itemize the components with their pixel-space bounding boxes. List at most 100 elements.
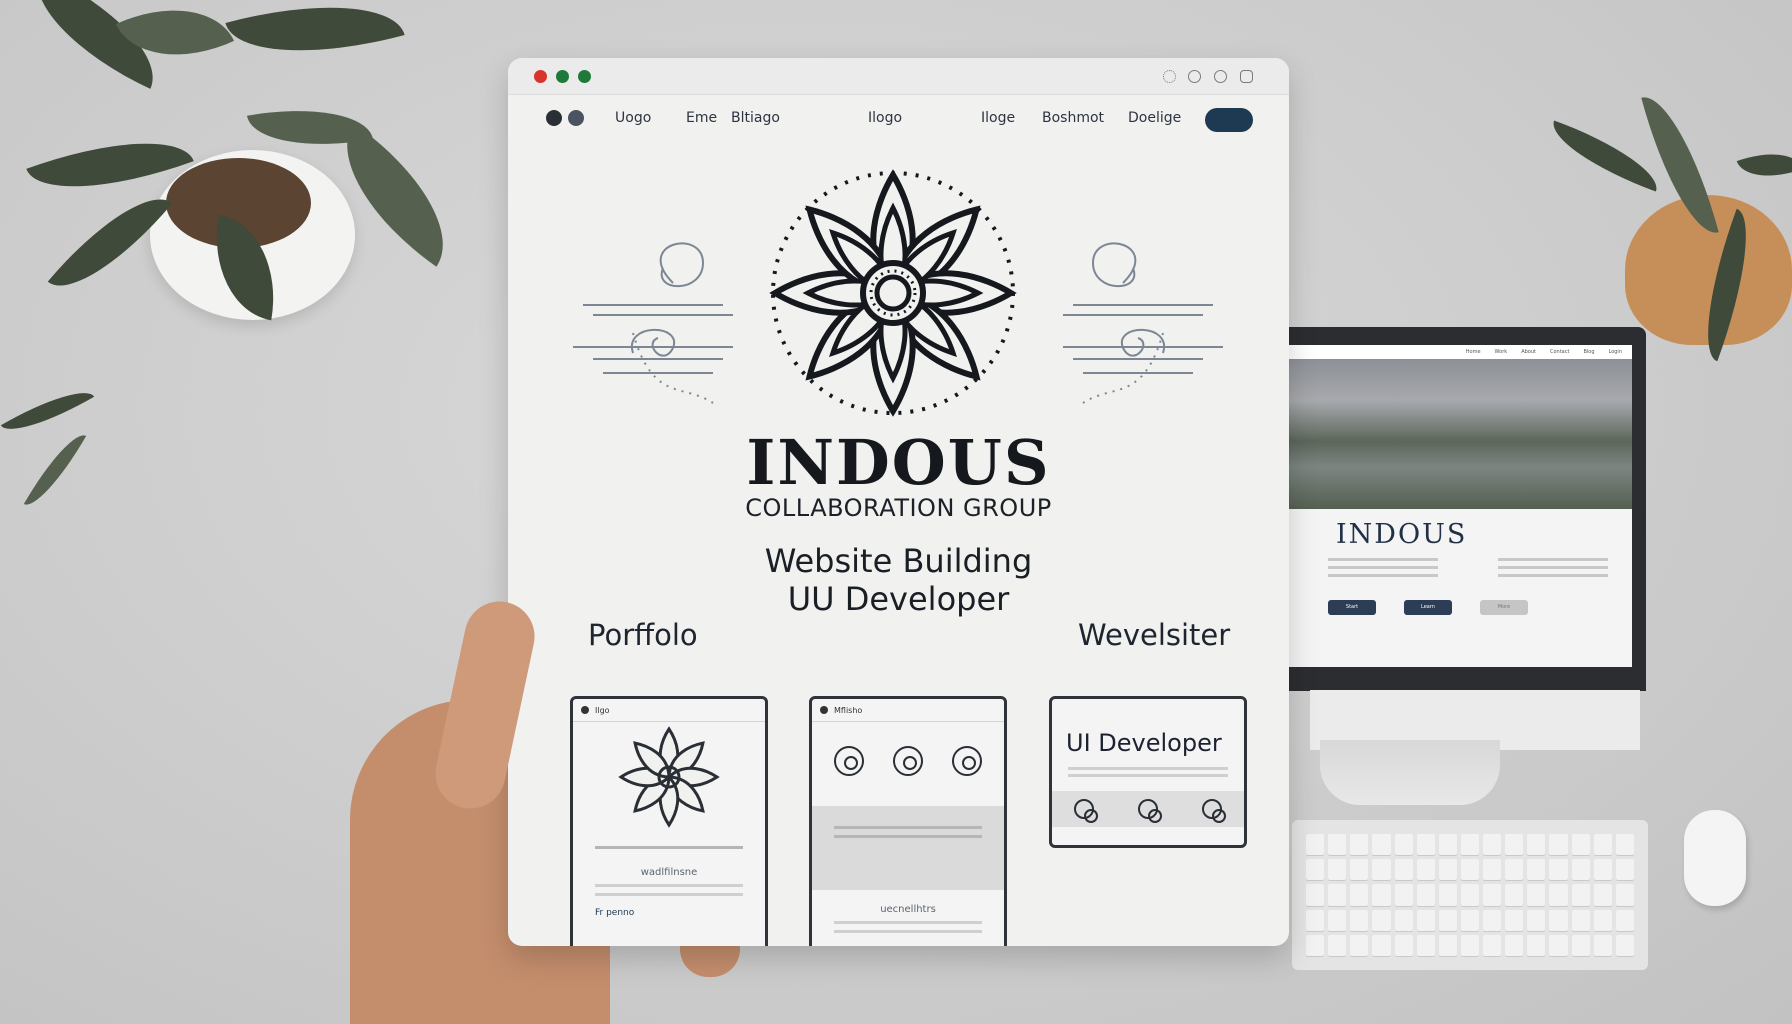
keyboard-key	[1549, 834, 1568, 856]
keyboard-key	[1483, 884, 1502, 906]
thumbnail-heading: UI Developer	[1066, 729, 1222, 757]
developer-thumbnail[interactable]: UI Developer	[1049, 696, 1247, 848]
thumbnail-icon-row	[1052, 791, 1244, 827]
keyboard-key	[1571, 834, 1590, 856]
nav-link[interactable]: Boshmot	[1042, 110, 1104, 126]
brand-subtitle: COLLABORATION GROUP	[745, 494, 1052, 522]
keyboard-key	[1615, 909, 1634, 931]
keyboard-key	[1615, 884, 1634, 906]
keyboard-key	[1460, 884, 1480, 906]
background-monitor: Home Work About Contact Blog Login INDOU…	[1282, 327, 1646, 691]
keyboard-key	[1328, 934, 1347, 956]
websites-section-label[interactable]: Wevelsiter	[1078, 618, 1230, 652]
keyboard-key	[1306, 909, 1325, 931]
keyboard-key	[1372, 834, 1391, 856]
shield-icon[interactable]	[1074, 799, 1098, 823]
history-icon[interactable]	[1188, 70, 1201, 83]
site-navigation: Uogo Eme Bltiago Ilogo Iloge Boshmot Doe…	[508, 94, 1289, 144]
keyboard-key	[1505, 934, 1524, 956]
keyboard-key	[1416, 834, 1435, 856]
keyboard-key	[1306, 884, 1325, 906]
decorative-swirl-right	[1063, 242, 1223, 404]
keyboard-key	[1505, 859, 1524, 881]
nav-link[interactable]: Iloge	[981, 110, 1015, 126]
minimize-window-button[interactable]	[556, 70, 569, 83]
tagline-line-2: UU Developer	[787, 580, 1010, 618]
keyboard-key	[1483, 934, 1502, 956]
monitor-brand-title: INDOUS	[1336, 519, 1468, 550]
monitor-screen: Home Work About Contact Blog Login INDOU…	[1288, 345, 1632, 667]
nav-link[interactable]: Ilogo	[868, 110, 902, 126]
small-plant-leaf	[0, 377, 95, 445]
portfolio-thumbnail[interactable]: Mflisho uecnellhtrs	[809, 696, 1007, 946]
feature-circle-icon	[834, 746, 865, 776]
site-menu-icon[interactable]	[568, 110, 584, 126]
portfolio-section-label[interactable]: Porffolo	[588, 618, 698, 652]
keyboard-key	[1350, 909, 1369, 931]
plant-leaf	[225, 0, 405, 80]
keyboard-key	[1416, 934, 1435, 956]
nav-link[interactable]: Eme	[686, 110, 717, 126]
site-logo-icon[interactable]	[546, 110, 562, 126]
close-window-button[interactable]	[534, 70, 547, 83]
keyboard-key	[1593, 909, 1612, 931]
monitor-hero-image	[1288, 359, 1632, 509]
feature-circle-icon	[892, 746, 923, 776]
monitor-nav-item: About	[1521, 349, 1536, 355]
nav-link[interactable]: Bltiago	[731, 110, 780, 126]
keyboard-key	[1505, 909, 1524, 931]
keyboard-key	[1438, 909, 1457, 931]
keyboard-key	[1394, 834, 1413, 856]
mandala-logo-icon	[769, 169, 1017, 417]
keyboard-key	[1350, 884, 1369, 906]
keyboard-key	[1615, 934, 1634, 956]
keyboard-key	[1571, 884, 1590, 906]
nav-link[interactable]: Doelige	[1128, 110, 1181, 126]
keyboard-key	[1593, 859, 1612, 881]
monitor-button: Learn	[1404, 600, 1452, 615]
monitor-button: More	[1480, 600, 1528, 615]
monitor-button: Start	[1328, 600, 1376, 615]
plant-leaf	[1736, 140, 1792, 190]
keyboard-key	[1549, 859, 1568, 881]
shield-icon[interactable]	[1202, 799, 1226, 823]
keyboard-key	[1549, 934, 1568, 956]
tablet-browser-window: Uogo Eme Bltiago Ilogo Iloge Boshmot Doe…	[508, 58, 1289, 946]
keyboard-key	[1328, 909, 1347, 931]
monitor-nav: Home Work About Contact Blog Login	[1288, 345, 1632, 359]
nav-cta-button[interactable]	[1205, 108, 1253, 132]
keyboard-key	[1372, 909, 1391, 931]
keyboard-key	[1328, 859, 1347, 881]
mouse	[1684, 810, 1746, 906]
zoom-window-button[interactable]	[578, 70, 591, 83]
extension-icon[interactable]	[1163, 70, 1176, 83]
keyboard-key	[1549, 909, 1568, 931]
keyboard	[1292, 820, 1648, 970]
keyboard-key	[1593, 934, 1612, 956]
keyboard-key	[1460, 909, 1480, 931]
keyboard-key	[1394, 909, 1413, 931]
keyboard-key	[1593, 884, 1612, 906]
thumbnail-footer-link[interactable]: Fr penno	[595, 908, 765, 918]
keyboard-key	[1416, 884, 1435, 906]
profile-icon[interactable]	[1214, 70, 1227, 83]
monitor-text-column	[1498, 558, 1608, 582]
keyboard-key	[1527, 834, 1546, 856]
feature-icons-row	[812, 722, 1004, 776]
nav-link[interactable]: Uogo	[615, 110, 651, 126]
thumbnail-header-label: Mflisho	[834, 705, 863, 715]
monitor-nav-item: Home	[1465, 349, 1481, 355]
keyboard-key	[1615, 834, 1634, 856]
settings-icon[interactable]	[1240, 70, 1253, 83]
shield-icon[interactable]	[1138, 799, 1162, 823]
keyboard-key	[1372, 884, 1391, 906]
keyboard-key	[1328, 834, 1347, 856]
keyboard-key	[1571, 934, 1590, 956]
portfolio-thumbnail[interactable]: Ilgo wadlfilnsne Fr penno	[570, 696, 768, 946]
keyboard-key	[1527, 909, 1546, 931]
keyboard-key	[1306, 934, 1325, 956]
keyboard-key	[1416, 859, 1435, 881]
keyboard-key	[1416, 909, 1435, 931]
keyboard-key	[1438, 859, 1457, 881]
thumbnail-content-band	[812, 806, 1004, 890]
